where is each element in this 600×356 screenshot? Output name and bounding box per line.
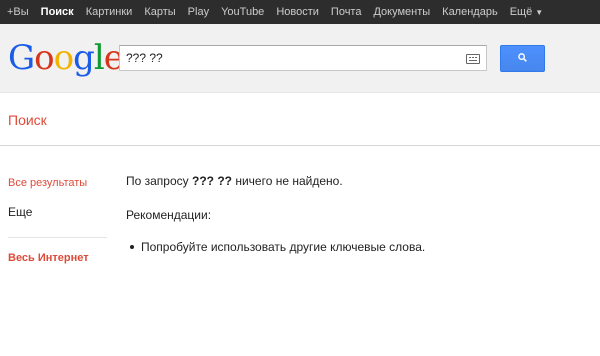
top-nav-bar: +Вы Поиск Картинки Карты Play YouTube Но… <box>0 0 600 24</box>
suggestion-text: Попробуйте использовать другие ключевые … <box>141 240 426 254</box>
sidebar-item-whole-web[interactable]: Весь Интернет <box>8 252 89 264</box>
message-prefix: По запросу <box>126 174 189 188</box>
nav-item-mail[interactable]: Почта <box>325 0 368 24</box>
sidebar-divider <box>8 237 107 238</box>
search-icon <box>518 53 527 62</box>
chevron-down-icon: ▼ <box>535 7 544 17</box>
nav-item-youtube[interactable]: YouTube <box>215 0 270 24</box>
no-results-message: По запросу ??? ?? ничего не найдено. <box>126 174 343 188</box>
search-input[interactable]: ??? ?? <box>119 45 487 71</box>
nav-item-plus-you[interactable]: +Вы <box>0 0 35 24</box>
recommendations-heading: Рекомендации: <box>126 208 212 222</box>
nav-item-search[interactable]: Поиск <box>35 0 80 24</box>
nav-item-documents[interactable]: Документы <box>367 0 436 24</box>
search-input-value: ??? ?? <box>126 51 163 65</box>
nav-item-images[interactable]: Картинки <box>80 0 139 24</box>
nav-item-maps[interactable]: Карты <box>138 0 181 24</box>
message-query: ??? ?? <box>192 174 232 188</box>
suggestion-item: Попробуйте использовать другие ключевые … <box>130 240 425 254</box>
bullet-icon <box>130 245 134 249</box>
nav-item-news[interactable]: Новости <box>270 0 325 24</box>
nav-item-calendar[interactable]: Календарь <box>436 0 504 24</box>
search-header: Google ??? ?? <box>0 24 600 93</box>
google-logo[interactable]: Google <box>8 39 124 77</box>
nav-item-play[interactable]: Play <box>182 0 215 24</box>
title-row: Поиск <box>0 93 600 146</box>
search-button[interactable] <box>500 45 545 72</box>
nav-more-label: Ещё <box>509 5 533 18</box>
sidebar-item-all-results[interactable]: Все результаты <box>8 177 87 189</box>
page-title: Поиск <box>8 112 47 128</box>
message-suffix: ничего не найдено. <box>235 174 343 188</box>
sidebar-item-more[interactable]: Еще <box>8 205 32 219</box>
nav-item-more[interactable]: Ещё ▼ <box>504 0 549 25</box>
keyboard-icon[interactable] <box>466 54 480 64</box>
